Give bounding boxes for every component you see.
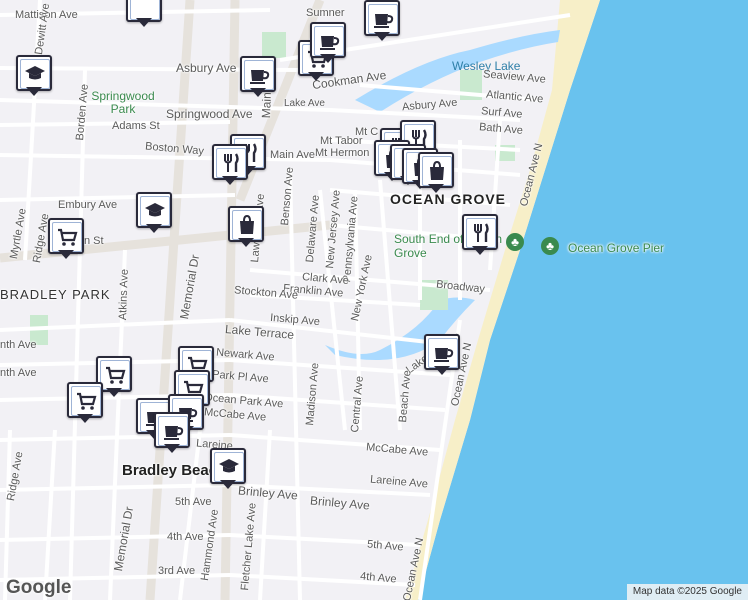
coffee-cup-icon [374,14,394,28]
street-label: Main Ave [270,149,316,161]
street-label: 4th Ave [167,531,204,543]
school-marker[interactable] [210,448,246,490]
tree-icon[interactable]: ♣ [541,237,559,255]
shopping-marker[interactable] [228,206,264,248]
springwood-park-label: Springwood Park [91,89,155,116]
graduation-cap-icon [219,459,239,473]
fork-knife-icon [474,223,489,242]
tree-icon[interactable]: ♣ [506,233,524,251]
google-logo: Google [6,577,72,598]
graduation-cap-icon [25,66,45,80]
street-label: Asbury Ave [176,61,237,75]
street-label: nth Ave [0,339,37,351]
map-canvas[interactable]: OCEAN GROVE BRADLEY PARK Bradley Beach S… [0,0,748,600]
street-label: 3rd Ave [158,565,196,577]
school-marker[interactable] [16,55,52,97]
attribution-text: Map data ©2025 Google [632,586,742,597]
shopping-bag-icon [240,214,254,234]
street-label: Embury Ave [58,199,118,211]
street-label: Lake Ave [284,98,325,109]
school-marker[interactable] [136,192,172,234]
coffee-cup-icon [164,426,184,440]
street-label: Springwood Ave [166,107,253,121]
street-label: nth Ave [0,367,37,379]
cafe-marker[interactable] [364,0,400,42]
street-label: n St [84,235,104,247]
map-marker[interactable] [126,0,162,28]
restaurant-marker[interactable] [212,144,248,186]
cafe-marker[interactable] [424,334,460,376]
restaurant-marker[interactable] [462,214,498,256]
street-label: Mt Hermon [315,147,370,159]
coffee-cup-icon [320,36,340,50]
cafe-marker[interactable] [154,412,190,454]
street-label: Mt C [355,126,379,138]
shopping-cart-icon [106,366,126,384]
street-label: Adams St [112,120,160,132]
graduation-cap-icon [145,203,165,217]
coffee-cup-icon [250,70,270,84]
bradley-park-label: BRADLEY PARK [0,287,111,302]
shopping-cart-icon [77,392,97,410]
fork-knife-icon [224,153,239,172]
street-label: Atkins Ave [117,268,131,321]
pier-label: Ocean Grove Pier [568,241,665,255]
shopping-marker[interactable] [418,152,454,194]
attribution-bar[interactable]: Map data ©2025 Google [626,584,748,600]
cafe-marker[interactable] [310,22,346,64]
grocery-marker[interactable] [67,382,103,424]
street-label: 5th Ave [175,496,212,508]
grocery-marker[interactable] [48,218,84,260]
ocean-grove-label: OCEAN GROVE [390,191,507,207]
cafe-marker[interactable] [240,56,276,98]
coffee-cup-icon [434,348,454,362]
shopping-cart-icon [58,228,78,246]
shopping-bag-icon [430,160,444,180]
street-label: Sumner [306,7,345,19]
